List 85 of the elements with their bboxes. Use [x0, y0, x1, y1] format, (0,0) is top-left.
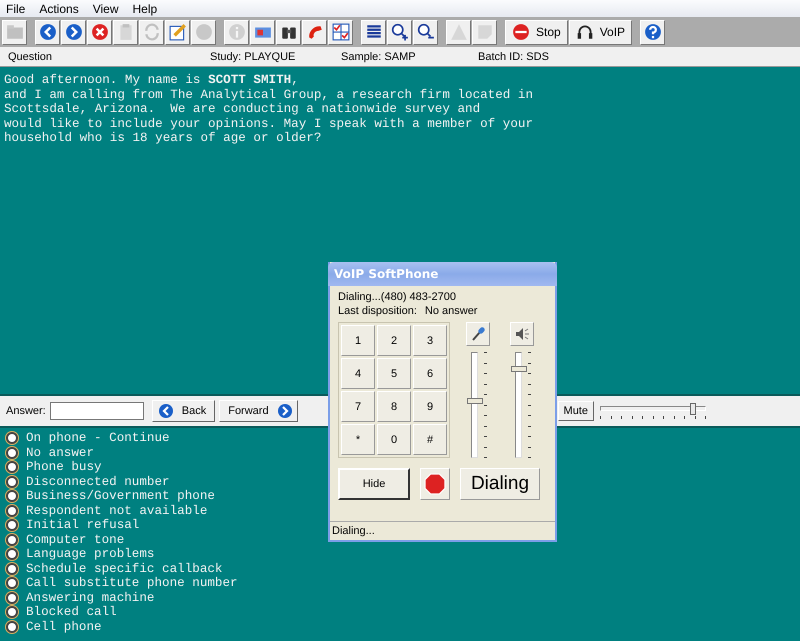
mute-button[interactable]: Mute [558, 401, 594, 421]
radio-button[interactable] [6, 504, 18, 517]
microphone-icon [470, 326, 486, 342]
keypad-key[interactable]: 4 [341, 358, 375, 389]
no-entry-icon [512, 23, 530, 41]
radio-button[interactable] [6, 562, 18, 575]
radio-button[interactable] [6, 446, 18, 459]
keypad-key[interactable]: 8 [377, 391, 411, 422]
forward-button[interactable]: Forward [219, 400, 298, 422]
menu-item[interactable]: Actions [39, 2, 79, 16]
volume-slider[interactable] [600, 402, 706, 420]
study-label: Study: PLAYQUE [210, 50, 296, 62]
card-icon[interactable] [250, 20, 275, 44]
disposition-label: Last disposition: [338, 304, 417, 318]
keypad-key[interactable]: 0 [377, 424, 411, 455]
question-text: Good afternoon. My name is SCOTT SMITH, and I am calling from The Analytical Group, a research firm located in Scottsdale, Arizona. We are conducting a nationwide survey and would like to include your opinions. May I speak with a member of your household who is 18 years of age or older? [4, 73, 534, 146]
radio-button[interactable] [6, 461, 18, 474]
menu-item[interactable]: File [6, 2, 26, 16]
binoculars-icon[interactable] [276, 20, 301, 44]
radio-button[interactable] [6, 432, 18, 444]
option-label[interactable]: Computer tone [26, 532, 124, 547]
answer-field[interactable] [50, 402, 144, 420]
option-label[interactable]: Respondent not available [26, 504, 208, 518]
back-icon[interactable] [35, 20, 60, 44]
option-label[interactable]: Business/Government phone [26, 489, 215, 504]
speaker-icon [514, 326, 530, 342]
back-button[interactable]: Back [152, 400, 216, 422]
keypad-key[interactable]: 5 [377, 358, 411, 389]
keypad-key[interactable]: 7 [341, 391, 375, 422]
menu-item[interactable]: Help [132, 2, 158, 16]
radio-button[interactable] [6, 476, 18, 488]
hide-button[interactable]: Hide [338, 468, 410, 500]
sample-label: Sample: SAMP [341, 50, 417, 62]
dialing-text: Dialing...(480) 483-2700 [338, 290, 458, 304]
headset-icon [576, 23, 594, 41]
radio-button[interactable] [6, 548, 18, 560]
window-title: VoIP SoftPhone [334, 267, 438, 281]
menu-item[interactable]: View [92, 2, 118, 16]
microphone-button[interactable] [466, 322, 490, 346]
dial-button[interactable]: Dialing [460, 468, 540, 500]
list-icon[interactable] [361, 20, 386, 44]
radio-button[interactable] [6, 534, 18, 546]
keypad-key[interactable]: 6 [413, 358, 447, 389]
keypad-key[interactable]: 1 [341, 325, 375, 356]
zoom-out-icon[interactable] [413, 20, 438, 44]
zoom-in-icon[interactable] [387, 20, 412, 44]
option-label[interactable]: Initial refusal [26, 518, 140, 532]
option-label[interactable]: Call substitute phone number [26, 576, 238, 590]
keypad-key[interactable]: 3 [413, 325, 447, 356]
radio-button[interactable] [6, 592, 18, 604]
option-label[interactable]: Answering machine [26, 590, 154, 605]
speaker-button[interactable] [510, 322, 534, 346]
option-label[interactable]: Cell phone [26, 620, 102, 634]
option-label[interactable]: Blocked call [26, 605, 117, 620]
toolbar-button[interactable]: VoIP [568, 20, 632, 44]
question-label: Question [7, 50, 54, 62]
option-label[interactable]: Phone busy [26, 460, 102, 474]
cancel-icon[interactable] [87, 20, 112, 44]
disposition-value: No answer [424, 304, 478, 318]
radio-button[interactable] [6, 490, 18, 502]
stop-sign-icon[interactable] [420, 468, 450, 500]
option-label[interactable]: On phone - Continue [26, 431, 170, 446]
edit-icon[interactable] [165, 20, 190, 44]
keypad-key[interactable]: * [341, 424, 375, 455]
phone-icon[interactable] [302, 20, 327, 44]
keypad-key[interactable]: 2 [377, 325, 411, 356]
option-label[interactable]: No answer [26, 446, 94, 460]
keypad-key[interactable]: 9 [413, 391, 447, 422]
grid-icon[interactable] [328, 20, 353, 44]
option-label[interactable]: Schedule specific callback [26, 562, 222, 576]
speaker-slider[interactable] [511, 352, 533, 458]
radio-button[interactable] [6, 620, 18, 633]
option-label[interactable]: Disconnected number [26, 474, 170, 489]
batch-label: Batch ID: SDS [478, 50, 549, 62]
help-icon[interactable] [640, 20, 666, 44]
radio-button[interactable] [6, 519, 18, 532]
status-text: Dialing... [332, 525, 375, 537]
radio-button[interactable] [6, 606, 18, 618]
answer-label: Answer: [6, 405, 46, 417]
option-label[interactable]: Language problems [26, 547, 154, 562]
toolbar-button[interactable]: Stop [505, 20, 568, 44]
microphone-slider[interactable] [467, 352, 489, 458]
keypad-key[interactable]: # [413, 424, 447, 455]
forward-icon[interactable] [61, 20, 86, 44]
radio-button[interactable] [6, 577, 18, 590]
